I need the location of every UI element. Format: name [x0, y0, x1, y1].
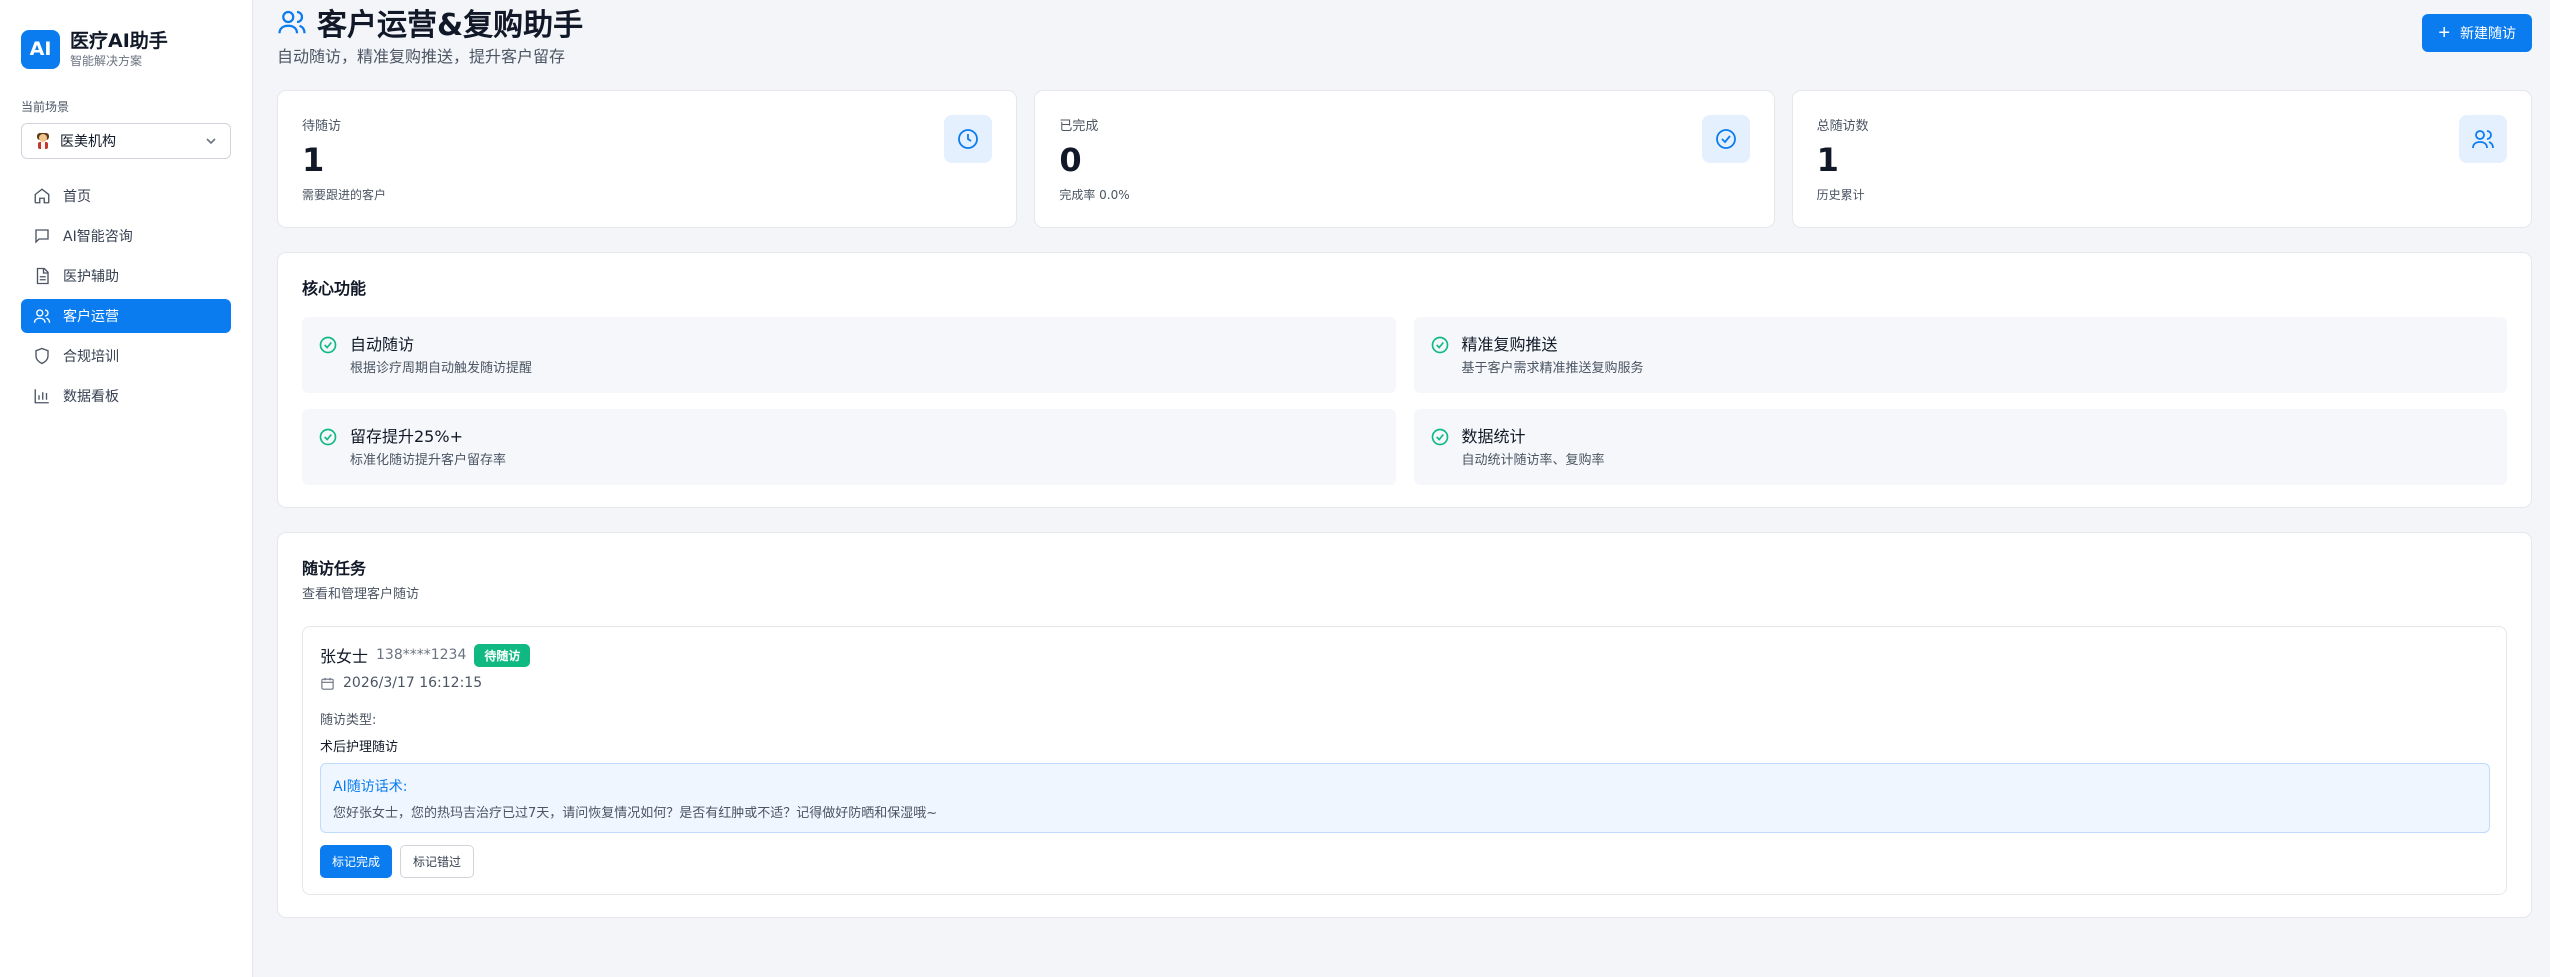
page-subtitle: 自动随访，精准复购推送，提升客户留存	[277, 47, 566, 66]
brand: AI 医疗AI助手 智能解决方案	[21, 26, 231, 72]
users-icon	[33, 309, 51, 323]
sidebar-item-customer-ops[interactable]: 客户运营	[21, 299, 231, 333]
stat-card-completed: 已完成 0 完成率 0.0%	[1034, 90, 1775, 228]
app-root: AI 医疗AI助手 智能解决方案 当前场景 医美机构 首页 AI智能咨询 医护辅…	[0, 0, 2550, 977]
stat-label: 待随访	[302, 119, 342, 134]
feature-title: 数据统计	[1461, 427, 1526, 446]
task-type-label: 随访类型:	[320, 713, 377, 728]
person-emoji-icon	[37, 133, 49, 149]
scene-label: 当前场景	[21, 100, 70, 114]
task-time: 2026/3/17 16:12:15	[343, 675, 483, 691]
feature-desc: 基于客户需求精准推送复购服务	[1461, 361, 1644, 376]
stat-card-pending: 待随访 1 需要跟进的客户	[277, 90, 1018, 228]
shield-icon	[35, 347, 49, 365]
check-circle-icon	[1715, 129, 1736, 149]
check-circle-icon	[319, 336, 337, 354]
followup-tasks-panel: 随访任务 查看和管理客户随访 张女士 138****1234 待随访 2026/…	[277, 532, 2532, 918]
customer-name: 张女士	[320, 647, 369, 666]
ai-script-text: 您好张女士，您的热玛吉治疗已过7天，请问恢复情况如何？是否有红肿或不适？记得做好…	[333, 806, 938, 821]
check-circle-icon	[319, 428, 337, 446]
stat-value: 0	[1059, 141, 1082, 179]
sidebar-nav: 首页 AI智能咨询 医护辅助 客户运营 合规培训 数据看板	[21, 179, 231, 413]
bar-chart-icon	[34, 389, 49, 404]
mark-complete-button[interactable]: 标记完成	[320, 845, 393, 878]
clock-icon	[958, 129, 979, 149]
panel-title: 核心功能	[302, 279, 367, 298]
stat-note: 完成率 0.0%	[1059, 188, 1130, 202]
task-type: 术后护理随访	[320, 740, 399, 755]
stat-value: 1	[302, 141, 325, 179]
sidebar-item-label: 首页	[63, 189, 91, 205]
new-followup-button[interactable]: + 新建随访	[2422, 14, 2532, 52]
ai-script-box: AI随访话术: 您好张女士，您的热玛吉治疗已过7天，请问恢复情况如何？是否有红肿…	[320, 763, 2490, 833]
feature-title: 精准复购推送	[1461, 335, 1558, 354]
brand-logo: AI	[21, 29, 60, 69]
feature-item: 数据统计 自动统计随访率、复购率	[1413, 409, 2507, 485]
users-icon	[2472, 130, 2494, 149]
core-features-panel: 核心功能 自动随访 根据诊疗周期自动触发随访提醒 精准复购推送 基于客户需求精准…	[277, 252, 2532, 508]
mark-missed-button[interactable]: 标记错过	[400, 845, 475, 878]
stat-note: 需要跟进的客户	[302, 188, 387, 202]
home-icon	[34, 188, 50, 204]
chevron-down-icon	[206, 138, 216, 145]
feature-item: 精准复购推送 基于客户需求精准推送复购服务	[1413, 317, 2507, 393]
feature-title: 留存提升25%+	[350, 427, 463, 446]
sidebar-item-label: 合规培训	[63, 349, 119, 365]
sidebar-item-label: 客户运营	[63, 309, 119, 325]
sidebar-item-label: AI智能咨询	[63, 229, 133, 245]
ai-script-title: AI随访话术:	[333, 779, 408, 795]
stat-value: 1	[1816, 141, 1839, 179]
stat-label: 总随访数	[1816, 119, 1869, 134]
brand-subtitle: 智能解决方案	[70, 54, 143, 68]
feature-desc: 自动统计随访率、复购率	[1461, 453, 1605, 468]
scene-select[interactable]: 医美机构	[21, 123, 231, 159]
chat-icon	[35, 229, 49, 244]
panel-title: 随访任务	[302, 559, 367, 578]
plus-icon: +	[2438, 22, 2450, 44]
document-icon	[36, 267, 49, 285]
stats-row: 待随访 1 需要跟进的客户 已完成 0 完成率 0.0% 总随访数 1 历史累计	[277, 90, 2532, 228]
feature-desc: 标准化随访提升客户留存率	[350, 453, 507, 468]
check-circle-icon	[1431, 428, 1448, 446]
sidebar-item-medical-assist[interactable]: 医护辅助	[21, 259, 231, 293]
brand-title: 医疗AI助手	[70, 30, 168, 52]
status-badge: 待随访	[474, 643, 531, 667]
sidebar-item-label: 数据看板	[63, 389, 119, 405]
sidebar-item-ai-consult[interactable]: AI智能咨询	[21, 219, 231, 253]
page-title: 客户运营&复购助手	[277, 0, 583, 44]
feature-item: 自动随访 根据诊疗周期自动触发随访提醒	[302, 317, 1396, 393]
feature-desc: 根据诊疗周期自动触发随访提醒	[350, 361, 533, 376]
sidebar-item-label: 医护辅助	[63, 269, 119, 285]
users-icon	[278, 10, 306, 34]
task-card: 张女士 138****1234 待随访 2026/3/17 16:12:15 随…	[302, 626, 2507, 895]
sidebar-item-compliance[interactable]: 合规培训	[21, 339, 231, 373]
check-circle-icon	[1431, 336, 1448, 354]
feature-title: 自动随访	[350, 335, 415, 354]
page-title-text: 客户运营&复购助手	[317, 8, 584, 43]
customer-phone: 138****1234	[376, 647, 467, 663]
stat-card-total: 总随访数 1 历史累计	[1791, 90, 2532, 228]
calendar-icon	[321, 677, 334, 690]
stat-note: 历史累计	[1816, 188, 1865, 202]
sidebar-item-dashboard[interactable]: 数据看板	[21, 379, 231, 413]
new-followup-label: 新建随访	[2460, 25, 2516, 41]
feature-item: 留存提升25%+ 标准化随访提升客户留存率	[302, 409, 1396, 485]
page-header: 客户运营&复购助手 自动随访，精准复购推送，提升客户留存 + 新建随访	[277, 0, 2532, 70]
sidebar-item-home[interactable]: 首页	[21, 179, 231, 213]
scene-select-value: 医美机构	[60, 134, 116, 150]
sidebar: AI 医疗AI助手 智能解决方案 当前场景 医美机构 首页 AI智能咨询 医护辅…	[0, 0, 253, 977]
feature-grid: 自动随访 根据诊疗周期自动触发随访提醒 精准复购推送 基于客户需求精准推送复购服…	[302, 317, 2507, 485]
panel-subtitle: 查看和管理客户随访	[302, 587, 420, 602]
main-content: 客户运营&复购助手 自动随访，精准复购推送，提升客户留存 + 新建随访 待随访 …	[253, 0, 2550, 977]
stat-label: 已完成	[1059, 119, 1099, 134]
